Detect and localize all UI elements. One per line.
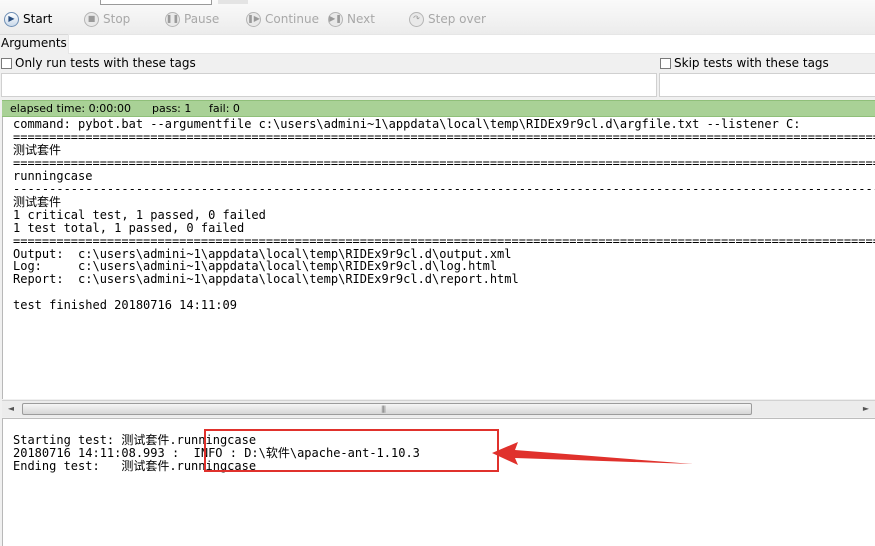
output-line: runningcase	[13, 168, 93, 183]
scroll-left-icon[interactable]: ◄	[4, 402, 18, 416]
next-label: Next	[347, 12, 375, 26]
output-line: Starting test: 测试套件.runningcase	[13, 433, 257, 447]
annotation-arrow-icon	[492, 442, 693, 465]
start-button[interactable]: ▶ Start	[4, 10, 52, 28]
skip-tags-checkbox[interactable]	[660, 57, 671, 69]
only-run-tags-input[interactable]	[1, 73, 657, 97]
output-line: Ending test: 测试套件.runningcase	[13, 458, 257, 473]
only-run-tags-label: Only run tests with these tags	[15, 56, 196, 70]
horizontal-scrollbar[interactable]: ◄ ||| ►	[2, 400, 875, 417]
tab-edge-shadow	[218, 0, 248, 4]
output-line: 20180716 14:11:08.993 : INFO : D:\软件\apa…	[13, 445, 420, 460]
pause-button[interactable]: ❚❚ Pause	[165, 10, 219, 28]
step-over-icon: ↷	[409, 11, 424, 27]
step-over-label: Step over	[428, 12, 486, 26]
output-line: test finished 20180716 14:11:09	[13, 298, 237, 313]
output-line: Report: c:\users\admini~1\appdata\local\…	[13, 272, 519, 287]
output-line: 1 test total, 1 passed, 0 failed	[13, 220, 245, 235]
console-output[interactable]: command: pybot.bat --argumentfile c:\use…	[2, 117, 875, 399]
output-line: ========================================…	[13, 129, 875, 144]
toolbar: ▶ Start ■ Stop ❚❚ Pause ❚▶ Continue ▶❚ N…	[0, 0, 875, 35]
output-line: command: pybot.bat --argumentfile c:\use…	[13, 117, 801, 131]
pause-label: Pause	[184, 12, 220, 26]
output-line: 测试套件	[13, 142, 62, 157]
output-line: ========================================…	[13, 233, 875, 248]
elapsed-time: elapsed time: 0:00:00	[10, 102, 131, 115]
stop-label: Stop	[103, 12, 131, 26]
stop-button[interactable]: ■ Stop	[84, 10, 130, 28]
arguments-input[interactable]	[68, 34, 875, 54]
pause-icon: ❚❚	[165, 11, 180, 27]
log-text: Starting test: 测试套件.runningcase 20180716…	[13, 434, 420, 473]
output-line: ========================================…	[13, 155, 875, 170]
only-run-tags-checkbox[interactable]	[1, 57, 12, 69]
pass-count: pass: 1	[152, 102, 192, 115]
skip-tags-option[interactable]: Skip tests with these tags	[660, 56, 829, 70]
scroll-thumb[interactable]: |||	[22, 403, 752, 415]
tab-edge	[100, 0, 212, 5]
scroll-right-icon[interactable]: ►	[859, 402, 873, 416]
output-line: 测试套件	[13, 194, 62, 209]
skip-tags-label: Skip tests with these tags	[674, 56, 829, 70]
continue-icon: ❚▶	[246, 11, 261, 27]
step-over-button[interactable]: ↷ Step over	[409, 10, 486, 28]
output-line: 1 critical test, 1 passed, 0 failed	[13, 207, 266, 222]
message-log[interactable]: Starting test: 测试套件.runningcase 20180716…	[2, 418, 875, 546]
only-run-tags-option[interactable]: Only run tests with these tags	[1, 56, 196, 70]
start-label: Start	[23, 12, 53, 26]
console-text: command: pybot.bat --argumentfile c:\use…	[13, 118, 875, 312]
continue-label: Continue	[265, 12, 319, 26]
skip-tags-input[interactable]	[659, 73, 875, 97]
output-line: Output: c:\users\admini~1\appdata\local\…	[13, 246, 512, 261]
continue-button[interactable]: ❚▶ Continue	[246, 10, 319, 28]
run-status-bar: elapsed time: 0:00:00 pass: 1 fail: 0	[2, 100, 875, 117]
grip-icon: |||	[381, 405, 386, 413]
next-button[interactable]: ▶❚ Next	[328, 10, 375, 28]
output-line: Log: c:\users\admini~1\appdata\local\tem…	[13, 259, 498, 274]
output-line: ----------------------------------------…	[13, 181, 875, 196]
fail-count: fail: 0	[209, 102, 240, 115]
next-icon: ▶❚	[328, 11, 343, 27]
play-icon: ▶	[4, 11, 19, 27]
stop-icon: ■	[84, 11, 99, 27]
arguments-label: Arguments:	[1, 36, 71, 50]
